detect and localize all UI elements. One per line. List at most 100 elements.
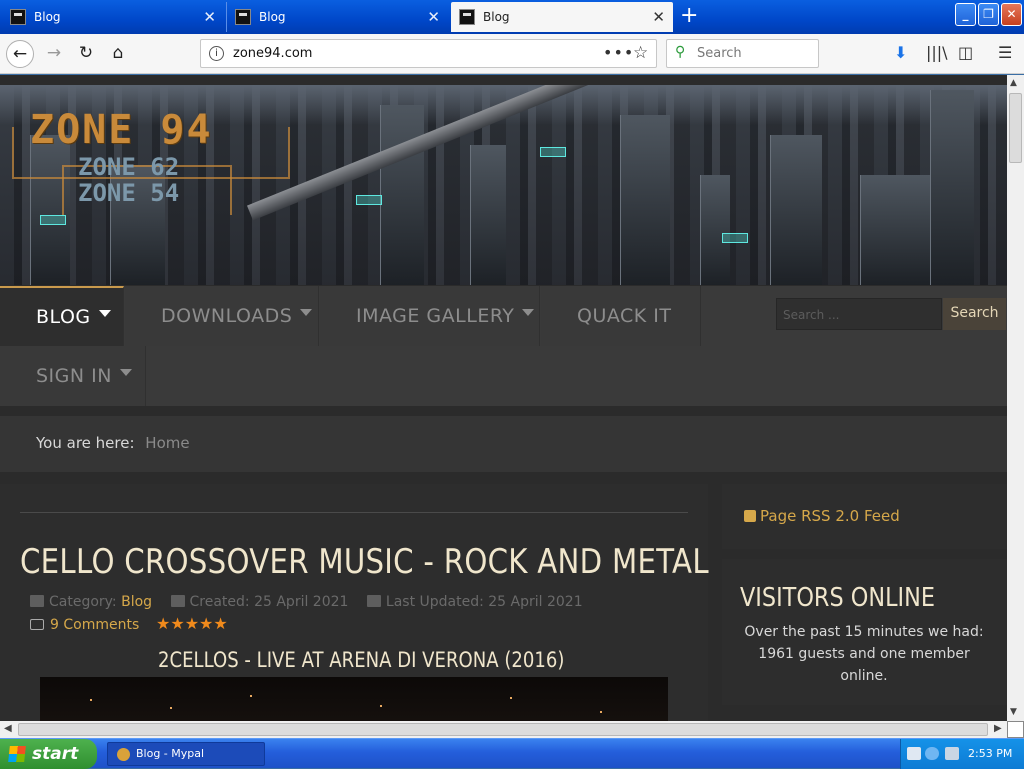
breadcrumb-prefix: You are here: (36, 434, 135, 452)
start-button[interactable]: start (0, 739, 97, 769)
scrollbar-corner (1007, 721, 1024, 738)
site-favicon-icon (235, 9, 251, 25)
video-light (90, 699, 92, 701)
scrollbar-thumb[interactable] (1009, 93, 1022, 163)
window-close-button[interactable]: ✕ (1001, 3, 1022, 26)
calendar-icon (170, 595, 185, 607)
vertical-scrollbar[interactable]: ▲ ▼ (1007, 75, 1024, 721)
banner-light (40, 215, 66, 225)
banner-building (860, 175, 930, 285)
scroll-up-arrow-icon[interactable]: ▲ (1010, 78, 1017, 88)
menu-item-blog[interactable]: BLOG (0, 286, 124, 346)
breadcrumb-home: Home (145, 434, 190, 452)
forward-arrow-icon[interactable]: → (40, 40, 68, 68)
scroll-left-arrow-icon[interactable]: ◀ (4, 723, 12, 734)
network-icon[interactable] (945, 747, 959, 760)
video-light (170, 707, 172, 709)
embedded-video[interactable] (40, 677, 668, 721)
visitors-online-module: VISITORS ONLINE Over the past 15 minutes… (722, 559, 1007, 705)
site-favicon-icon (459, 9, 475, 25)
sidebar-icon[interactable]: ◫ (958, 43, 973, 62)
close-tab-icon[interactable]: ✕ (652, 8, 665, 26)
banner-building (770, 135, 822, 285)
taskbar-item-browser[interactable]: Blog - Mypal (107, 742, 265, 766)
browser-titlebar: Blog ✕ Blog ✕ Blog ✕ + _ ❐ ✕ (0, 0, 1024, 34)
category-link[interactable]: Blog (121, 594, 152, 610)
tray-arrow-icon[interactable] (925, 747, 939, 760)
windows-taskbar: start Blog - Mypal 2:53 PM (0, 738, 1024, 769)
comments-link[interactable]: 9 Comments (30, 617, 139, 633)
browser-navbar: ← → ↻ ⌂ i zone94.com ••• ☆ ⚲ Search ⬇ ||… (0, 34, 1024, 74)
visitors-text: Over the past 15 minutes we had: 1961 gu… (744, 624, 984, 684)
site-search-button[interactable]: Search (943, 298, 1006, 330)
windows-flag-icon (8, 746, 26, 762)
menu-item-downloads[interactable]: DOWNLOADS (125, 286, 319, 346)
close-tab-icon[interactable]: ✕ (427, 8, 440, 26)
banner-light (356, 195, 382, 205)
banner-building (700, 175, 730, 285)
tab-label: Blog (34, 10, 61, 24)
bookmark-star-icon[interactable]: ☆ (633, 43, 648, 63)
scrollbar-thumb[interactable] (18, 723, 988, 736)
start-label: start (32, 744, 79, 764)
caret-down-icon (119, 368, 132, 376)
system-tray: 2:53 PM (900, 739, 1024, 769)
url-bar[interactable]: i zone94.com ••• ☆ (200, 39, 657, 68)
window-minimize-button[interactable]: _ (955, 3, 976, 26)
menu-item-label: DOWNLOADS (161, 305, 293, 327)
video-title: 2CELLOS - LIVE AT ARENA DI VERONA (2016) (158, 648, 565, 672)
rss-feed-link[interactable]: Page RSS 2.0 Feed (722, 484, 1007, 549)
taskbar-item-label: Blog - Mypal (136, 747, 205, 760)
site-search-input[interactable]: Search ... (776, 298, 942, 330)
site-banner: ZONE 94 ZONE 62 ZONE 54 (0, 85, 1007, 285)
visitors-title: VISITORS ONLINE (740, 583, 936, 613)
created-date: Created: 25 April 2021 (189, 594, 349, 610)
browser-tab-2[interactable]: Blog ✕ (226, 2, 448, 32)
banner-light (540, 147, 566, 157)
hamburger-menu-icon[interactable]: ☰ (998, 43, 1012, 62)
menu-item-label: BLOG (36, 306, 91, 328)
menu-item-quack-it[interactable]: QUACK IT (541, 286, 701, 346)
logo-line-2: ZONE 62 (78, 153, 180, 181)
rating-stars[interactable]: ★★★★★ (156, 614, 228, 633)
close-tab-icon[interactable]: ✕ (203, 8, 216, 26)
menu-item-label: QUACK IT (577, 305, 672, 327)
scroll-right-arrow-icon[interactable]: ▶ (994, 723, 1002, 734)
new-tab-plus-icon[interactable]: + (680, 4, 698, 28)
banner-building (620, 115, 670, 285)
video-light (380, 705, 382, 707)
back-arrow-icon[interactable]: ← (6, 40, 34, 68)
reload-icon[interactable]: ↻ (72, 40, 100, 68)
scroll-down-arrow-icon[interactable]: ▼ (1010, 707, 1017, 717)
browser-tab-3-active[interactable]: Blog ✕ (451, 2, 673, 32)
caret-down-icon (522, 308, 535, 316)
rss-icon (744, 510, 756, 522)
menu-item-sign-in[interactable]: SIGN IN (0, 346, 146, 406)
download-icon[interactable]: ⬇ (894, 43, 907, 62)
browser-search-input[interactable]: ⚲ Search (666, 39, 819, 68)
calendar-icon (366, 595, 381, 607)
comment-bubble-icon (30, 619, 44, 630)
menu-item-label: SIGN IN (36, 365, 112, 387)
page-viewport: ZONE 94 ZONE 62 ZONE 54 BLOG DOWNLOADS I… (0, 75, 1007, 721)
horizontal-scrollbar[interactable]: ◀ ▶ (0, 721, 1007, 738)
keyboard-icon[interactable] (907, 747, 921, 760)
window-maximize-button[interactable]: ❐ (978, 3, 999, 26)
menu-item-image-gallery[interactable]: IMAGE GALLERY (320, 286, 540, 346)
home-icon[interactable]: ⌂ (104, 40, 132, 68)
library-icon[interactable]: |||\ (926, 43, 948, 62)
site-info-icon[interactable]: i (209, 46, 224, 61)
tab-label: Blog (259, 10, 286, 24)
article-main: CELLO CROSSOVER MUSIC - ROCK AND METAL C… (0, 484, 709, 721)
page-actions-icon[interactable]: ••• (603, 43, 634, 62)
url-text[interactable]: zone94.com (233, 46, 312, 61)
video-light (510, 697, 512, 699)
article-title[interactable]: CELLO CROSSOVER MUSIC - ROCK AND METAL (20, 542, 709, 582)
caret-down-icon (98, 309, 111, 317)
browser-tab-1[interactable]: Blog ✕ (2, 2, 224, 32)
divider (20, 512, 688, 513)
article-meta: Category: Blog Created: 25 April 2021 La… (30, 594, 583, 610)
clock: 2:53 PM (968, 747, 1013, 760)
video-light (600, 711, 602, 713)
logo-line-1: ZONE 94 (30, 107, 213, 153)
